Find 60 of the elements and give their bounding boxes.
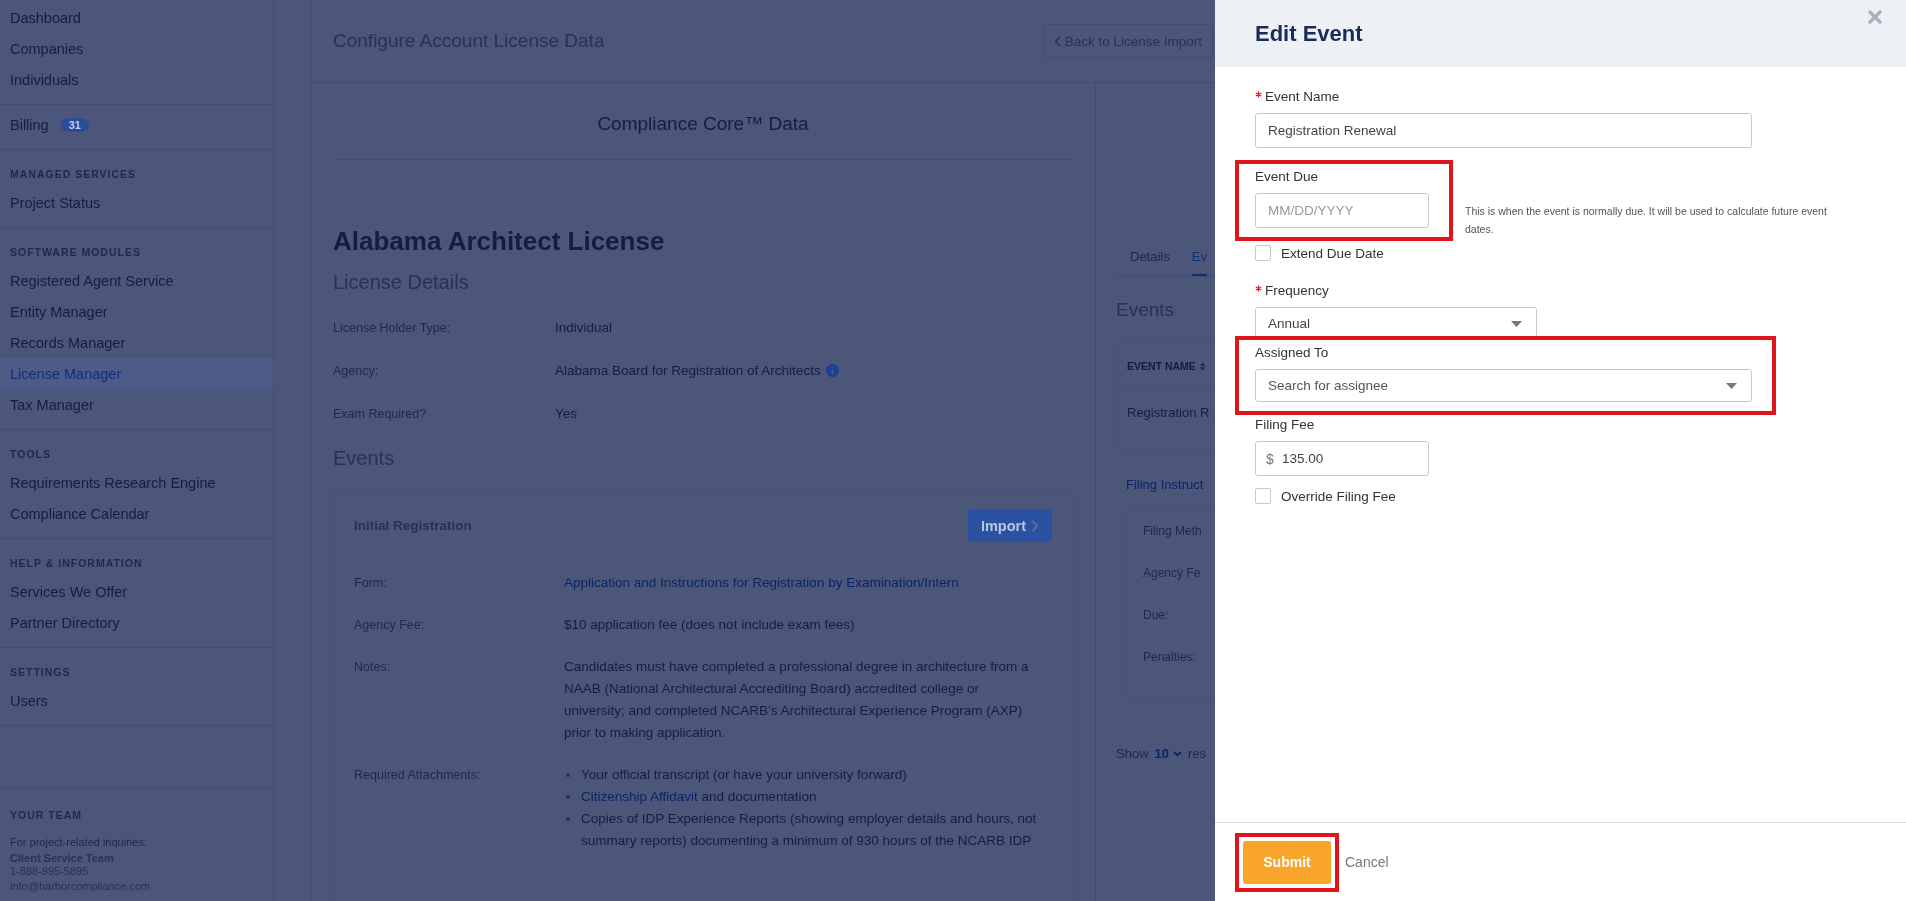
sidebar-item[interactable]: Project Status: [0, 187, 273, 218]
filing-link[interactable]: Filing Instruct: [1126, 477, 1215, 492]
sort-icon: [1199, 360, 1205, 372]
submit-button[interactable]: Submit: [1243, 840, 1331, 884]
field-value: Individual: [555, 320, 613, 335]
sidebar-item[interactable]: Individuals: [0, 64, 273, 95]
date-field[interactable]: MM/DD/YYYY: [1255, 193, 1429, 228]
input-field[interactable]: Registration Renewal: [1255, 113, 1752, 148]
tab[interactable]: Ev: [1191, 243, 1207, 276]
help-text: This is when the event is normally due. It will be used to calculate future event dates.: [1465, 204, 1828, 237]
sidebar-item[interactable]: Dashboard: [0, 2, 273, 33]
section-title: Compliance Core™ Data: [333, 83, 1073, 160]
caret-icon: [1726, 382, 1737, 389]
attachment-link[interactable]: Citizenship Affidavit: [581, 789, 698, 804]
info-icon[interactable]: [825, 364, 839, 377]
sidebar-item[interactable]: Entity Manager: [0, 296, 273, 327]
close-icon[interactable]: [1868, 10, 1882, 24]
cancel-link[interactable]: Cancel: [1345, 854, 1389, 870]
sidebar-item[interactable]: Compliance Calendar: [0, 498, 273, 529]
license-title: Alabama Architect License: [333, 226, 666, 257]
checkbox[interactable]: [1255, 488, 1271, 504]
sidebar-item[interactable]: Users: [0, 685, 273, 716]
field-label: Assigned To: [1255, 345, 1329, 360]
sidebar-item[interactable]: Requirements Research Engine: [0, 467, 273, 498]
form-link[interactable]: Application and Instructions for Registration by Examination/Intern: [564, 575, 959, 590]
chevron-down-icon: [1173, 750, 1182, 757]
sidebar-item[interactable]: Tax Manager: [0, 389, 273, 420]
field-value: Alabama Board for Registration of Architects: [555, 363, 821, 378]
sidebar-item[interactable]: Registered Agent Service: [0, 265, 273, 296]
page-size-select[interactable]: 10: [1154, 746, 1182, 761]
import-button[interactable]: Import: [967, 509, 1052, 542]
list-item-text: Your official transcript (or have your university forward): [581, 766, 907, 784]
field-label: Filing Fee: [1255, 417, 1315, 432]
chevron-right-icon: [1031, 519, 1039, 532]
sidebar-item[interactable]: Partner Directory: [0, 607, 273, 638]
sidebar-item[interactable]: Companies: [0, 33, 273, 64]
list-item-text: Citizenship Affidavit and documentation: [581, 788, 817, 806]
select-field[interactable]: Search for assignee: [1255, 369, 1752, 402]
modal-title: Edit Event: [1255, 20, 1363, 47]
caret-icon: [1511, 320, 1522, 327]
field-value: $10 application fee (does not include exam fees): [564, 616, 856, 634]
field-label: Frequency: [1265, 283, 1329, 298]
bullet-icon: [566, 817, 570, 821]
field-label: Event Due: [1255, 169, 1319, 184]
checkbox-label: Override Filing Fee: [1281, 488, 1396, 504]
field-label: Event Name: [1265, 89, 1340, 104]
chevron-left-icon: [1053, 35, 1061, 47]
checkbox[interactable]: [1255, 245, 1271, 261]
sidebar-item[interactable]: Records Manager: [0, 327, 273, 358]
bullet-icon: [566, 795, 570, 799]
count-badge: 31: [60, 117, 89, 132]
column-header[interactable]: EVENT NAME: [1127, 360, 1205, 372]
field-value: Yes: [555, 406, 578, 421]
list-item-text: Copies of IDP Experience Reports (showing employer details and hours, not summary reports) documenting a minimum of 930 hours of the NCARB IDP: [581, 810, 1038, 850]
sidebar-item[interactable]: Services We Offer: [0, 576, 273, 607]
checkbox-label: Extend Due Date: [1281, 245, 1384, 261]
sidebar-item[interactable]: License Manager: [0, 358, 273, 389]
money-field[interactable]: $ 135.00: [1255, 441, 1429, 476]
sidebar-item[interactable]: Billing 31: [0, 109, 273, 140]
bullet-icon: [566, 773, 570, 777]
